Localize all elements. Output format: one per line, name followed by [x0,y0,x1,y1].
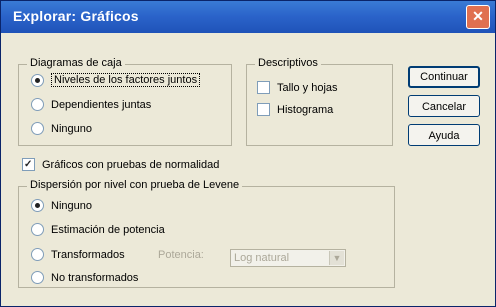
option-label: Histograma [277,103,334,116]
descriptive-histogram[interactable]: Histograma [257,103,333,116]
option-label: Estimación de potencia [51,223,165,236]
boxplots-group: Diagramas de caja Niveles de los factore… [18,57,232,146]
radio-button[interactable] [31,199,44,212]
close-button[interactable]: ✕ [466,5,490,29]
power-select[interactable]: Log natural ▼ [230,249,346,267]
levene-legend: Dispersión por nivel con prueba de Leven… [27,179,243,191]
radio-button[interactable] [31,73,44,87]
levene-option-untransformed[interactable]: No transformados [31,271,138,284]
checkbox[interactable] [22,158,35,171]
option-label: Niveles de los factores juntos [51,73,201,87]
cancel-button[interactable]: Cancelar [408,95,480,117]
option-label: Transformados [51,248,125,261]
continue-button[interactable]: Continuar [408,66,480,88]
option-label: Ninguno [51,199,92,212]
title-bar[interactable]: Explorar: Gráficos ✕ [1,1,495,33]
dialog-window: Explorar: Gráficos ✕ Diagramas de caja N… [0,0,496,307]
checkbox[interactable] [257,103,270,116]
levene-option-none[interactable]: Ninguno [31,199,92,212]
option-label: Gráficos con pruebas de normalidad [42,158,220,171]
power-select-value: Log natural [234,252,290,264]
close-icon: ✕ [472,8,484,24]
levene-group: Dispersión por nivel con prueba de Leven… [18,179,395,288]
radio-button[interactable] [31,223,44,236]
levene-option-transformed[interactable]: Transformados [31,248,125,261]
option-label: Ninguno [51,122,92,135]
radio-button[interactable] [31,98,44,111]
radio-button[interactable] [31,248,44,261]
radio-button[interactable] [31,122,44,135]
descriptives-legend: Descriptivos [255,57,321,69]
descriptives-group: Descriptivos Tallo y hojas Histograma [246,57,393,146]
normality-plots-checkbox[interactable]: Gráficos con pruebas de normalidad [22,158,219,171]
boxplot-option-factors-together[interactable]: Niveles de los factores juntos [31,73,201,87]
levene-option-power-estimation[interactable]: Estimación de potencia [31,223,165,236]
boxplot-option-dependents-together[interactable]: Dependientes juntas [31,98,151,111]
option-label: Tallo y hojas [277,81,338,94]
radio-button[interactable] [31,271,44,284]
chevron-down-icon: ▼ [329,251,344,265]
power-label: Potencia: [158,249,204,261]
boxplot-option-none[interactable]: Ninguno [31,122,92,135]
option-label: No transformados [51,271,139,284]
checkbox[interactable] [257,81,270,94]
help-button[interactable]: Ayuda [408,124,480,146]
window-title: Explorar: Gráficos [13,8,139,24]
descriptive-stem-leaf[interactable]: Tallo y hojas [257,81,338,94]
boxplots-legend: Diagramas de caja [27,57,125,69]
option-label: Dependientes juntas [51,98,152,111]
